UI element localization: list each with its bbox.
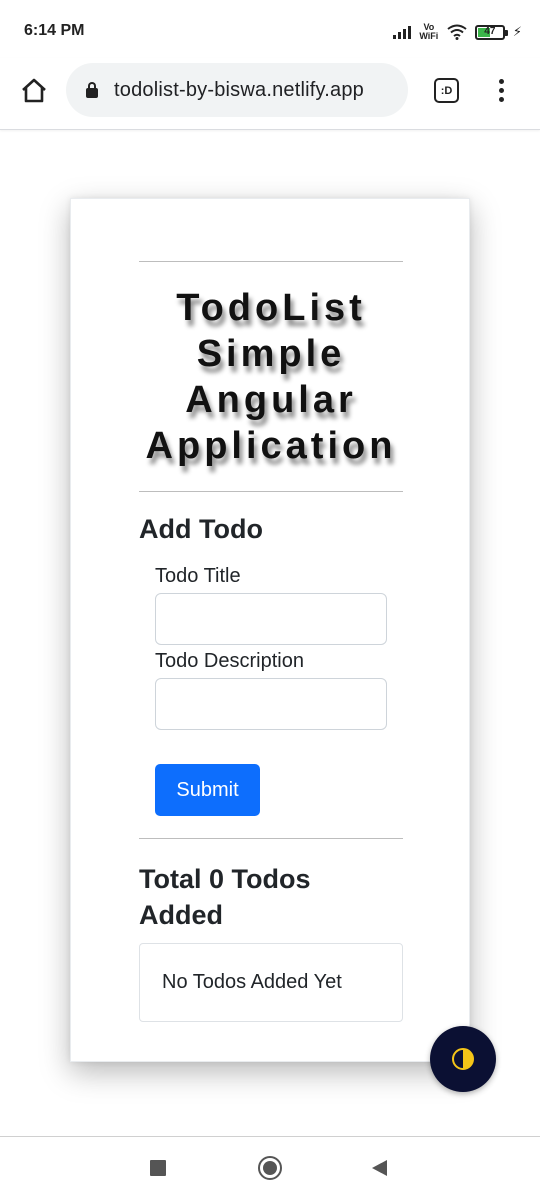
system-nav-bar: [0, 1136, 540, 1200]
todo-description-input[interactable]: [155, 678, 387, 730]
address-bar[interactable]: todolist-by-biswa.netlify.app: [66, 63, 408, 117]
todo-card: TodoList Simple Angular Application Add …: [70, 198, 470, 1062]
status-bar: 6:14 PM Vo WiFi 47 ⚡: [0, 0, 540, 58]
theme-toggle-icon: [452, 1048, 474, 1070]
browser-toolbar: todolist-by-biswa.netlify.app :D: [0, 58, 540, 130]
lock-icon: [86, 82, 98, 98]
divider: [139, 491, 403, 492]
recents-button[interactable]: [150, 1160, 166, 1176]
home-button[interactable]: [18, 74, 50, 106]
home-icon: [22, 78, 46, 103]
url-text: todolist-by-biswa.netlify.app: [114, 78, 364, 101]
page-title: TodoList Simple Angular Application: [145, 287, 397, 467]
status-time: 6:14 PM: [24, 22, 85, 39]
divider: [139, 261, 403, 262]
add-todo-heading: Add Todo: [139, 514, 263, 544]
back-button[interactable]: [372, 1160, 387, 1176]
theme-toggle-button[interactable]: [430, 1026, 496, 1092]
todo-title-label: Todo Title: [155, 565, 241, 587]
divider: [139, 838, 403, 839]
battery-level: 47: [484, 25, 496, 37]
empty-todos-message: No Todos Added Yet: [139, 943, 403, 1022]
home-nav-button[interactable]: [258, 1156, 282, 1180]
charging-icon: ⚡: [512, 24, 522, 39]
status-icons: Vo WiFi 47 ⚡: [392, 20, 522, 44]
tab-switcher-button[interactable]: :D: [434, 78, 459, 103]
vowifi-label: Vo WiFi: [419, 22, 439, 41]
cell-signal-icon: [392, 25, 411, 39]
todo-title-input[interactable]: [155, 593, 387, 645]
more-vert-icon[interactable]: [490, 74, 512, 106]
wifi-icon: [447, 24, 467, 40]
todo-description-label: Todo Description: [155, 650, 304, 672]
battery-icon: 47: [474, 24, 508, 40]
total-todos-heading: Total 0 Todos Added: [139, 864, 311, 930]
submit-button[interactable]: Submit: [155, 764, 260, 816]
